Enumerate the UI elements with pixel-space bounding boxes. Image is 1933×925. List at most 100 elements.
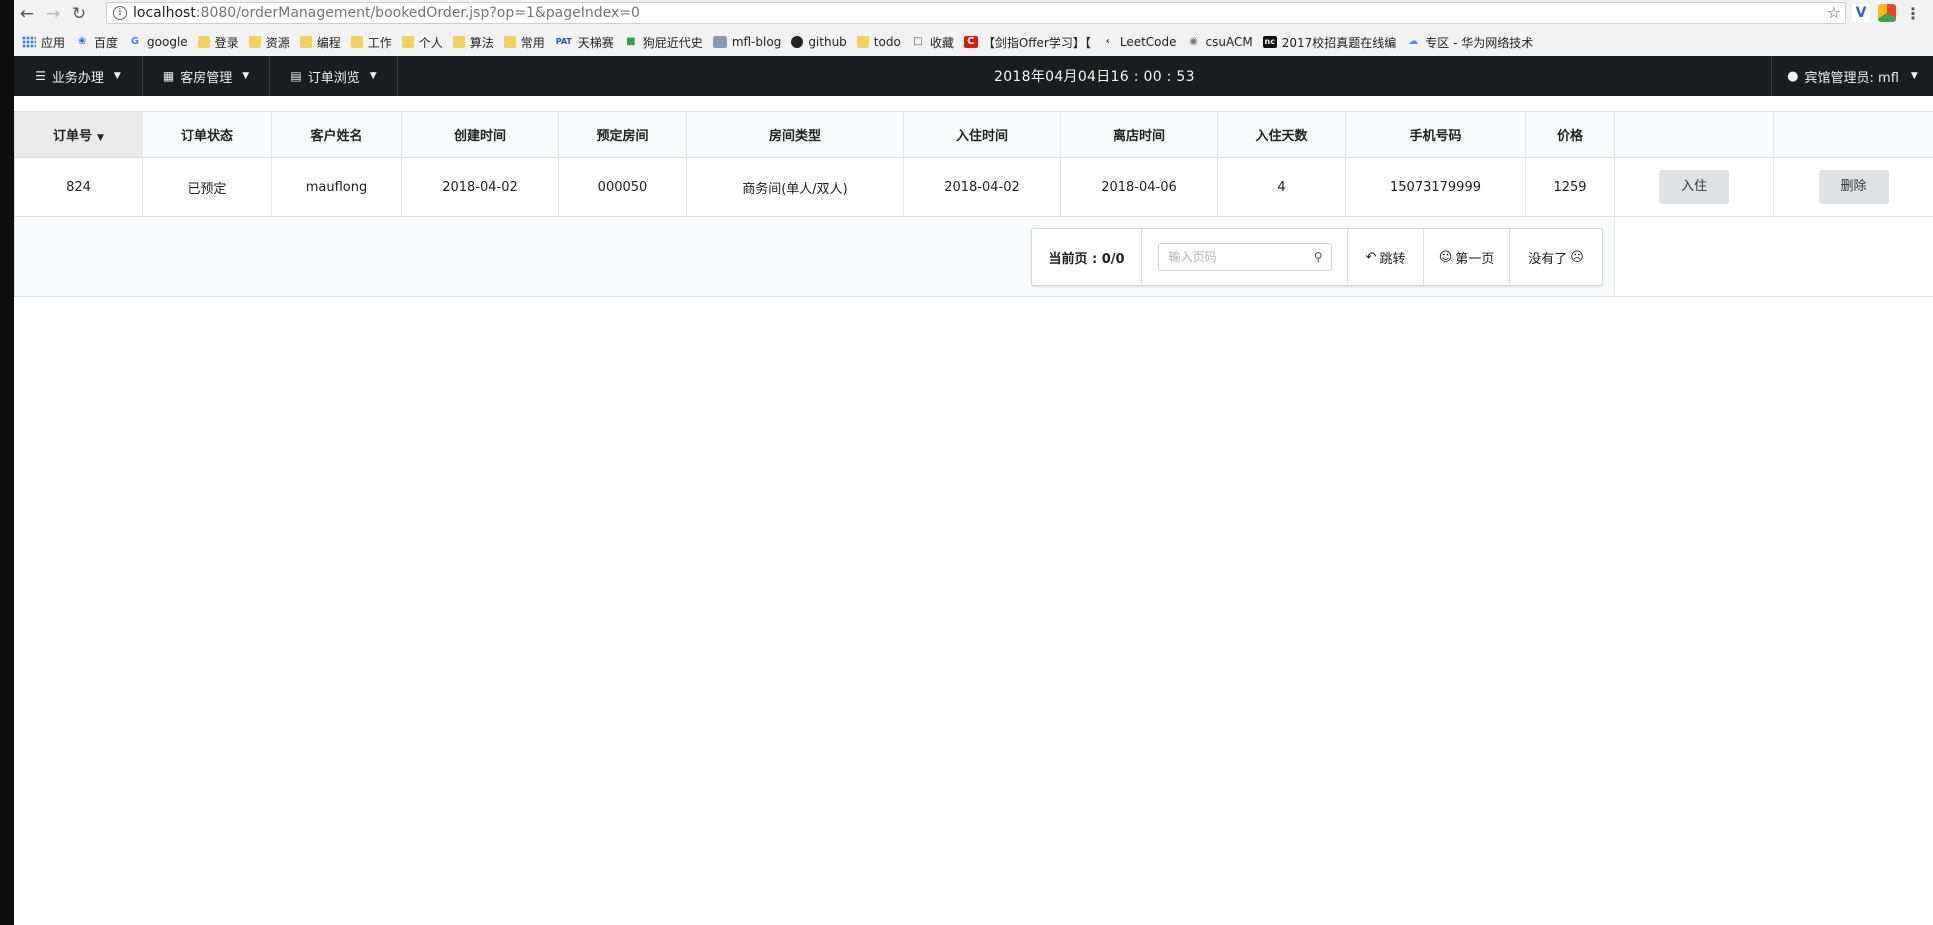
cloud-icon: ☁ (1408, 36, 1419, 47)
header-action-checkin (1614, 111, 1774, 158)
bookmark-item[interactable]: ‹ LeetCode (1101, 35, 1177, 49)
reload-icon[interactable]: ↻ (66, 2, 92, 26)
page-number-input[interactable] (1158, 244, 1309, 270)
address-bar[interactable]: i localhost:8080/orderManagement/bookedO… (106, 2, 1846, 24)
jump-button[interactable]: ↶ 跳转 (1348, 229, 1424, 285)
caret-down-icon: ▼ (1910, 71, 1918, 81)
header-stay-days[interactable]: 入住天数 (1217, 111, 1346, 158)
bookmark-item[interactable]: ◉ csuACM (1187, 35, 1253, 49)
bookmark-item[interactable]: □ 收藏 (911, 34, 954, 51)
header-label: 价格 (1556, 129, 1583, 144)
bookmark-item[interactable]: C 【剑指Offer学习】【 (963, 34, 1091, 51)
bookmark-item[interactable]: 编程 (299, 34, 341, 51)
bookmark-item[interactable]: github (791, 35, 847, 49)
orders-table-container: 订单号 ▼ 订单状态 客户姓名 创建时间 预定房间 房间类型 入住时间 离店时间 … (14, 111, 1933, 297)
folder-icon (248, 36, 261, 48)
header-booked-room[interactable]: 预定房间 (558, 111, 687, 158)
bookmark-item[interactable]: Ggoogle (128, 35, 188, 49)
current-page-indicator: 当前页 : 0/0 (1032, 229, 1142, 285)
folder-icon (350, 36, 363, 48)
leetcode-icon: ‹ (1105, 36, 1110, 47)
bookmark-star-icon[interactable]: ☆ (1827, 3, 1841, 22)
delete-button[interactable]: 删除 (1818, 170, 1889, 204)
bookmark-item[interactable]: 资源 (248, 34, 290, 51)
bookmark-label: 专区 - 华为网络技术 (1425, 35, 1534, 50)
bookmark-item[interactable]: PAT 天梯赛 (555, 34, 614, 51)
bookmark-item[interactable]: todo (856, 35, 901, 49)
header-room-type[interactable]: 房间类型 (686, 111, 904, 158)
bookmark-item[interactable]: mfl-blog (712, 35, 781, 49)
header-checkout-time[interactable]: 离店时间 (1060, 111, 1218, 158)
search-icon[interactable]: ⚲ (1314, 250, 1323, 264)
apps-icon (22, 36, 36, 48)
list-alt-icon: ▤ (290, 69, 302, 83)
header-order-status[interactable]: 订单状态 (142, 111, 272, 158)
bookmark-label: 应用 (41, 35, 66, 50)
header-price[interactable]: 价格 (1525, 111, 1615, 158)
folder-icon (299, 36, 312, 48)
header-phone[interactable]: 手机号码 (1345, 111, 1526, 158)
first-page-button[interactable]: ☺ 第一页 (1424, 229, 1510, 285)
bookmark-label: todo (873, 35, 901, 49)
baidu-icon: ❀ (77, 36, 87, 47)
bookmark-item[interactable]: ■ 狗屁近代史 (624, 34, 703, 51)
smile-icon: ☺ (1438, 249, 1453, 265)
cell-order-id: 824 (14, 157, 143, 217)
table-footer-tail (1614, 216, 1933, 297)
bookmark-item[interactable]: 登录 (197, 34, 239, 51)
header-label: 房间类型 (768, 129, 821, 144)
extension-v-icon[interactable]: V (1852, 4, 1870, 22)
server-icon: ☰ (35, 69, 46, 83)
folder-icon (503, 36, 516, 48)
book-icon: ■ (626, 36, 636, 47)
cell-checkin-action: 入住 (1614, 157, 1774, 217)
bookmark-label: 收藏 (929, 35, 954, 50)
header-checkin-time[interactable]: 入住时间 (903, 111, 1061, 158)
no-more-button[interactable]: 没有了 ☹ (1510, 229, 1602, 285)
nav-business-menu[interactable]: ☰ 业务办理 ▼ (14, 56, 143, 96)
app-navbar: ☰ 业务办理 ▼ ▦ 客房管理 ▼ ▤ 订单浏览 ▼ 2018年04月04日16… (14, 56, 1933, 96)
checkin-button[interactable]: 入住 (1659, 170, 1729, 204)
back-arrow-icon[interactable]: ← (14, 2, 40, 26)
bookmark-item[interactable]: 个人 (401, 34, 443, 51)
nav-rooms-menu[interactable]: ▦ 客房管理 ▼ (143, 56, 270, 96)
browser-menu-icon[interactable]: ⋮ (1904, 4, 1922, 23)
cell-room-type: 商务间(单人/双人) (686, 157, 904, 217)
reply-arrow-icon: ↶ (1365, 249, 1377, 265)
user-menu[interactable]: ● 宾馆管理员: mfl ▼ (1771, 56, 1933, 96)
extension-chrome-icon[interactable] (1878, 4, 1896, 22)
bookmark-item[interactable]: ❀ 百度 (75, 34, 118, 51)
folder-icon (856, 36, 869, 48)
bookmark-item[interactable]: 工作 (350, 34, 392, 51)
bookmark-item[interactable]: ☁ 专区 - 华为网络技术 (1406, 34, 1533, 51)
bookmark-label: 【剑指Offer学习】【 (982, 35, 1091, 50)
caret-down-icon: ▼ (113, 71, 121, 81)
cell-price: 1259 (1525, 157, 1615, 217)
cell-delete-action: 删除 (1773, 157, 1933, 217)
frown-icon: ☹ (1570, 249, 1584, 265)
bookmark-label: csuACM (1205, 35, 1253, 49)
cell-stay-days: 4 (1217, 157, 1346, 217)
bookmark-label: LeetCode (1119, 35, 1177, 49)
folder-icon (452, 36, 465, 48)
browser-toolbar: ← → ↻ i localhost:8080/orderManagement/b… (14, 0, 1933, 27)
csdn-icon: C (963, 36, 978, 48)
table-row: 824 已预定 mauflong 2018-04-02 000050 商务间(单… (14, 157, 1933, 217)
info-icon[interactable]: i (113, 6, 127, 20)
bookmark-item[interactable]: 常用 (503, 34, 545, 51)
header-customer-name[interactable]: 客户姓名 (271, 111, 402, 158)
header-created-time[interactable]: 创建时间 (401, 111, 559, 158)
cell-checkout-time: 2018-04-06 (1060, 157, 1218, 217)
bookmark-item[interactable]: 应用 (22, 34, 65, 51)
nav-orders-menu[interactable]: ▤ 订单浏览 ▼ (270, 56, 398, 96)
bookmark-item[interactable]: 算法 (452, 34, 494, 51)
folder-icon (401, 36, 414, 48)
header-order-id[interactable]: 订单号 ▼ (14, 111, 143, 158)
cell-customer-name: mauflong (271, 157, 402, 217)
bookmark-label: google (147, 35, 188, 49)
bookmark-item[interactable]: nc 2017校招真题在线编 (1262, 34, 1396, 51)
forward-arrow-icon[interactable]: → (40, 2, 66, 26)
cell-order-status: 已预定 (142, 157, 272, 217)
github-icon (791, 36, 804, 48)
cell-phone: 15073179999 (1345, 157, 1526, 217)
